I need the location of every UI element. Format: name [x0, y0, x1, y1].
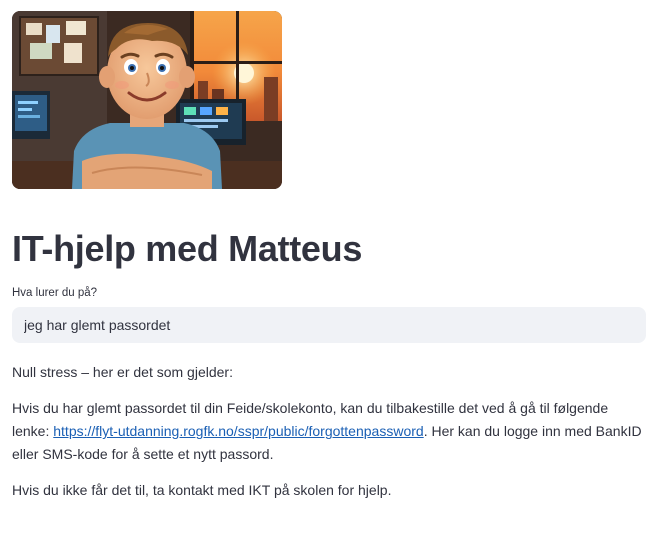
answer-section: Null stress – her er det som gjelder: Hv… [12, 361, 646, 502]
question-input-label: Hva lurer du på? [12, 287, 98, 300]
password-reset-link[interactable]: https://flyt-utdanning.rogfk.no/sspr/pub… [53, 423, 423, 439]
answer-intro: Null stress – her er det som gjelder: [12, 364, 233, 381]
matteus-avatar-image [12, 11, 282, 189]
question-input[interactable] [12, 307, 646, 344]
answer-paragraph-contact: Hvis du ikke får det til, ta kontakt med… [12, 482, 392, 499]
page-title: IT-hjelp med Matteus [12, 228, 363, 269]
answer-paragraph-reset: Hvis du har glemt passordet til din Feid… [12, 397, 646, 466]
main-content: IT-hjelp med Matteus Hva lurer du på? Nu… [12, 11, 646, 515]
